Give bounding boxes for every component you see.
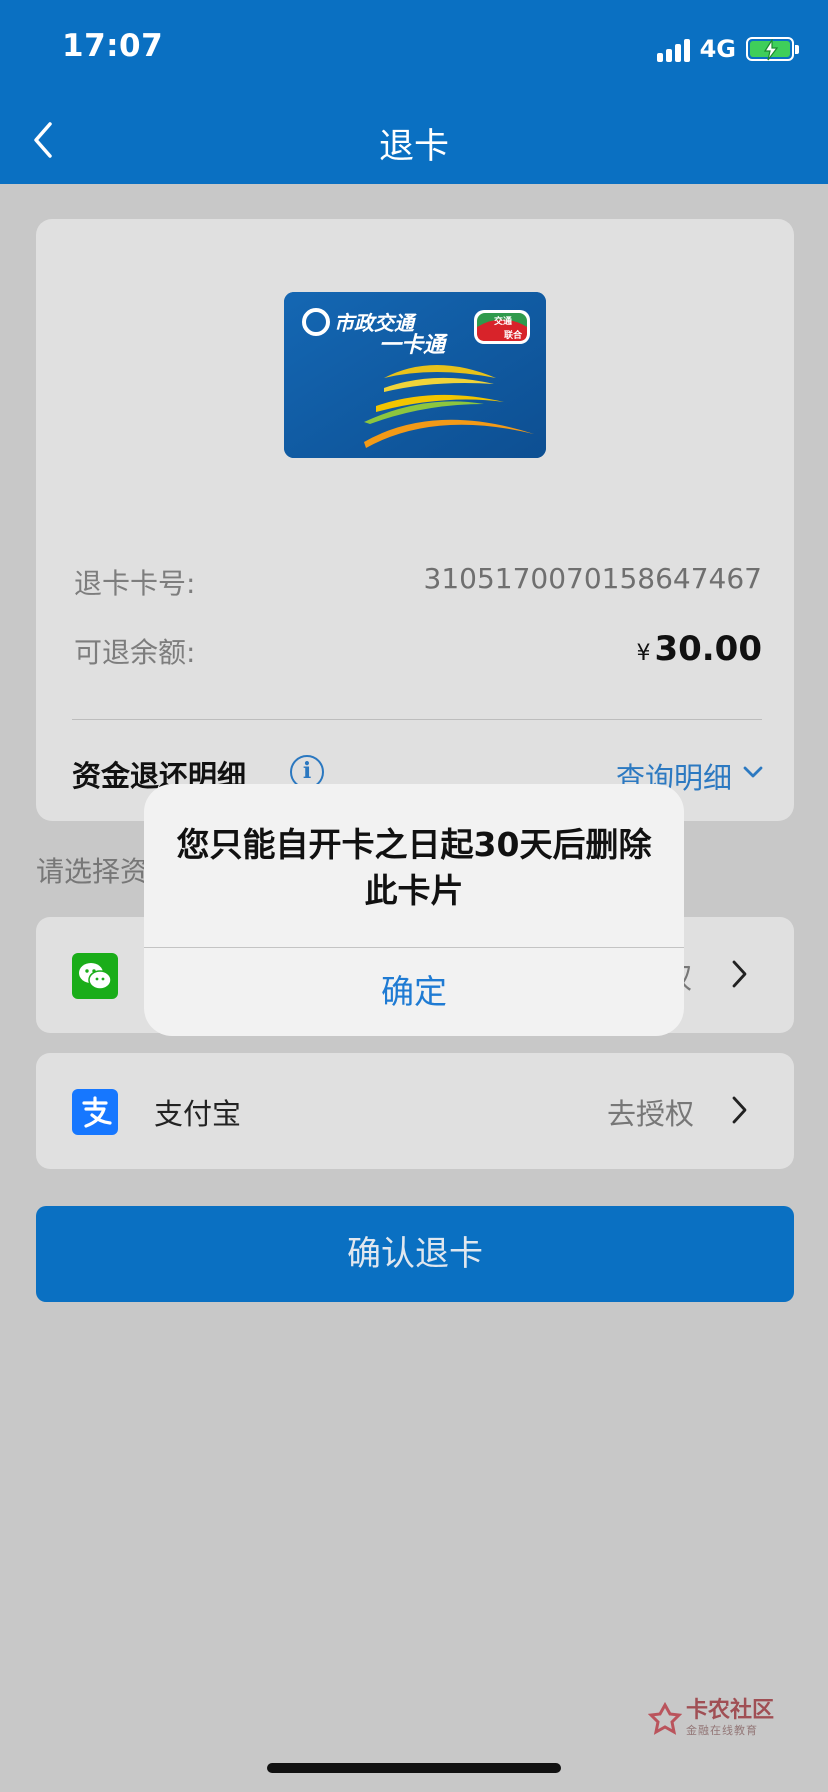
card-name-text: 一卡通 [379, 332, 449, 357]
chevron-down-icon [743, 766, 763, 778]
chevron-right-icon [732, 1096, 747, 1124]
card-info-panel: 市政交通 一卡通 交通 联合 退卡卡号: 3105170070158647467… [36, 219, 794, 821]
network-label: 4G [699, 35, 736, 63]
chevron-right-icon [732, 960, 747, 988]
watermark-title: 卡农社区 [686, 1698, 775, 1723]
balance-amount: ¥30.00 [636, 629, 762, 669]
currency-symbol: ¥ [636, 641, 651, 666]
balance-value: 30.00 [654, 629, 762, 669]
watermark-logo: 卡农社区 金融在线教育 [648, 1700, 774, 1738]
status-time: 17:07 [62, 28, 164, 64]
payment-option-alipay[interactable]: 支付宝 去授权 [36, 1053, 794, 1169]
battery-icon [746, 37, 799, 61]
watermark-subtitle: 金融在线教育 [686, 1724, 758, 1737]
alert-ok-button[interactable]: 确定 [144, 948, 684, 1036]
transit-card-image: 市政交通 一卡通 交通 联合 [284, 292, 546, 458]
watermark-icon [648, 1702, 682, 1735]
card-number-value: 3105170070158647467 [423, 562, 762, 595]
payment-name: 支付宝 [154, 1097, 242, 1131]
card-number-label: 退卡卡号: [74, 567, 196, 600]
badge-bottom-text: 联合 [504, 329, 523, 341]
alipay-icon [72, 1089, 118, 1135]
choose-method-label: 请选择资 [36, 855, 149, 888]
alert-message: 您只能自开卡之日起30天后删除此卡片 [176, 825, 652, 910]
signal-icon [656, 36, 690, 62]
balance-label: 可退余额: [74, 636, 196, 669]
payment-action: 去授权 [606, 1097, 694, 1131]
confirm-refund-button[interactable]: 确认退卡 [36, 1206, 794, 1302]
alert-dialog: 您只能自开卡之日起30天后删除此卡片 确定 [144, 784, 684, 1036]
status-indicators: 4G [656, 34, 799, 64]
home-indicator [267, 1763, 561, 1773]
divider [72, 719, 762, 720]
top-bar: 17:07 4G 退卡 [0, 0, 828, 184]
wechat-icon [72, 953, 118, 999]
page-title: 退卡 [378, 127, 449, 167]
badge-top-text: 交通 [494, 315, 512, 327]
